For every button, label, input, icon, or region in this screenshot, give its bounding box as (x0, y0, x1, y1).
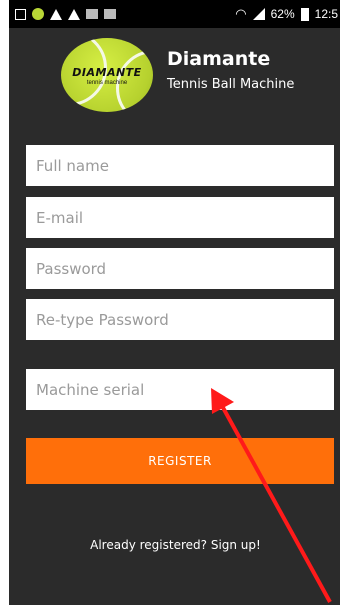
clock: 12:5 (314, 7, 338, 21)
logo-subtext: tennis machine (86, 80, 128, 86)
battery-icon (300, 7, 309, 21)
warning-icon (50, 8, 62, 20)
battery-percent: 62% (270, 7, 295, 21)
sign-up-link[interactable]: Already registered? Sign up! (9, 538, 340, 552)
image-icon (86, 9, 98, 19)
signal-icon (252, 8, 265, 20)
warning-icon (68, 8, 80, 20)
app-screen: ◠ 62% 12:5 DIAMANTE tennis machine Diama… (9, 0, 340, 605)
tennis-ball-logo: DIAMANTE tennis machine (61, 38, 153, 112)
wifi-icon: ◠ (235, 6, 247, 21)
email-field[interactable] (26, 197, 334, 238)
logo-text: DIAMANTE (72, 66, 142, 79)
retype-password-field[interactable] (26, 299, 334, 340)
register-button[interactable]: REGISTER (26, 438, 334, 484)
app-title: Diamante (167, 48, 271, 70)
status-bar: ◠ 62% 12:5 (9, 0, 340, 28)
system-indicators: ◠ 62% 12:5 (235, 6, 340, 22)
app-subtitle: Tennis Ball Machine (167, 77, 295, 92)
gallery-icon (15, 8, 26, 20)
machine-serial-field[interactable] (26, 369, 334, 410)
app-header: DIAMANTE tennis machine Diamante Tennis … (9, 28, 340, 123)
image-icon (104, 9, 116, 19)
full-name-field[interactable] (26, 145, 334, 186)
tennis-ball-icon (32, 8, 44, 20)
password-field[interactable] (26, 248, 334, 289)
notification-icons (9, 8, 116, 20)
